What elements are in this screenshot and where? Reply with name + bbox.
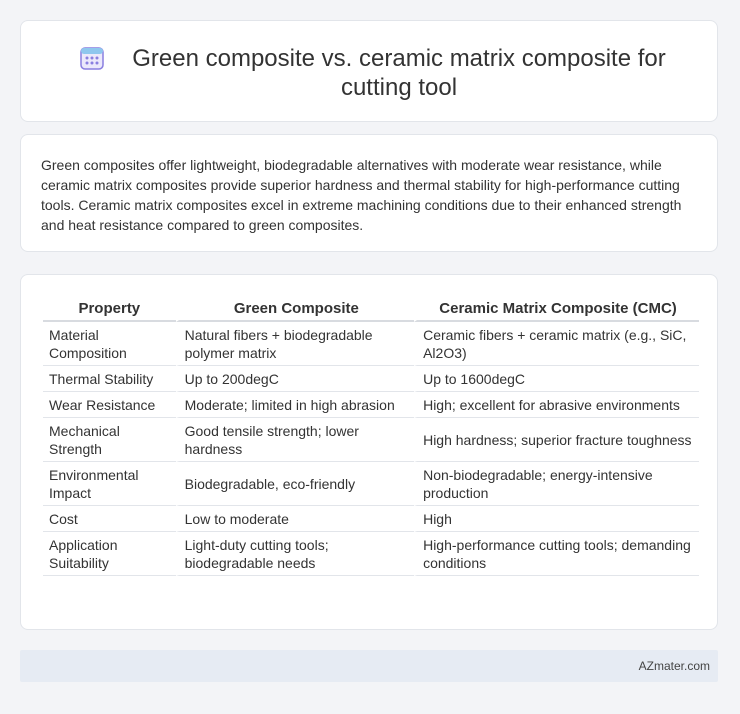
table-row: Thermal Stability Up to 200degC Up to 16…: [43, 366, 699, 392]
footer-bar: AZmater.com: [20, 650, 718, 682]
green-cell: Up to 200degC: [175, 366, 415, 392]
property-cell: Thermal Stability: [43, 366, 176, 392]
header-green-composite: Green Composite: [175, 295, 415, 322]
table-row: Material Composition Natural fibers + bi…: [43, 322, 699, 366]
cmc-cell: Non-biodegradable; energy-intensive prod…: [414, 462, 699, 506]
cmc-cell: High: [414, 506, 699, 532]
intro-paragraph: Green composites offer lightweight, biod…: [41, 157, 682, 233]
header-cmc: Ceramic Matrix Composite (CMC): [414, 295, 699, 322]
property-cell: Environmental Impact: [43, 462, 176, 506]
cmc-cell: High; excellent for abrasive environment…: [414, 392, 699, 418]
table-row: Application Suitability Light-duty cutti…: [43, 532, 699, 576]
green-cell: Biodegradable, eco-friendly: [175, 462, 415, 506]
cmc-cell: Up to 1600degC: [414, 366, 699, 392]
cmc-cell: High hardness; superior fracture toughne…: [414, 418, 699, 462]
intro-card: Green composites offer lightweight, biod…: [20, 134, 718, 252]
property-cell: Application Suitability: [43, 532, 176, 576]
comparison-card: Property Green Composite Ceramic Matrix …: [20, 274, 718, 630]
property-cell: Wear Resistance: [43, 392, 176, 418]
property-cell: Mechanical Strength: [43, 418, 176, 462]
title-card: Green composite vs. ceramic matrix compo…: [20, 20, 718, 122]
table-row: Environmental Impact Biodegradable, eco-…: [43, 462, 699, 506]
table-row: Cost Low to moderate High: [43, 506, 699, 532]
header-property: Property: [43, 295, 176, 322]
table-row: Wear Resistance Moderate; limited in hig…: [43, 392, 699, 418]
green-cell: Light-duty cutting tools; biodegradable …: [175, 532, 415, 576]
footer-site-link[interactable]: AZmater.com: [639, 659, 710, 673]
green-cell: Good tensile strength; lower hardness: [175, 418, 415, 462]
property-cell: Cost: [43, 506, 176, 532]
cmc-cell: Ceramic fibers + ceramic matrix (e.g., S…: [414, 322, 699, 366]
property-cell: Material Composition: [43, 322, 176, 366]
cmc-cell: High-performance cutting tools; demandin…: [414, 532, 699, 576]
green-cell: Low to moderate: [175, 506, 415, 532]
comparison-table: Property Green Composite Ceramic Matrix …: [43, 295, 699, 576]
green-cell: Natural fibers + biodegradable polymer m…: [175, 322, 415, 366]
page-title: Green composite vs. ceramic matrix compo…: [132, 45, 666, 101]
table-row: Mechanical Strength Good tensile strengt…: [43, 418, 699, 462]
green-cell: Moderate; limited in high abrasion: [175, 392, 415, 418]
table-header-row: Property Green Composite Ceramic Matrix …: [43, 295, 699, 322]
